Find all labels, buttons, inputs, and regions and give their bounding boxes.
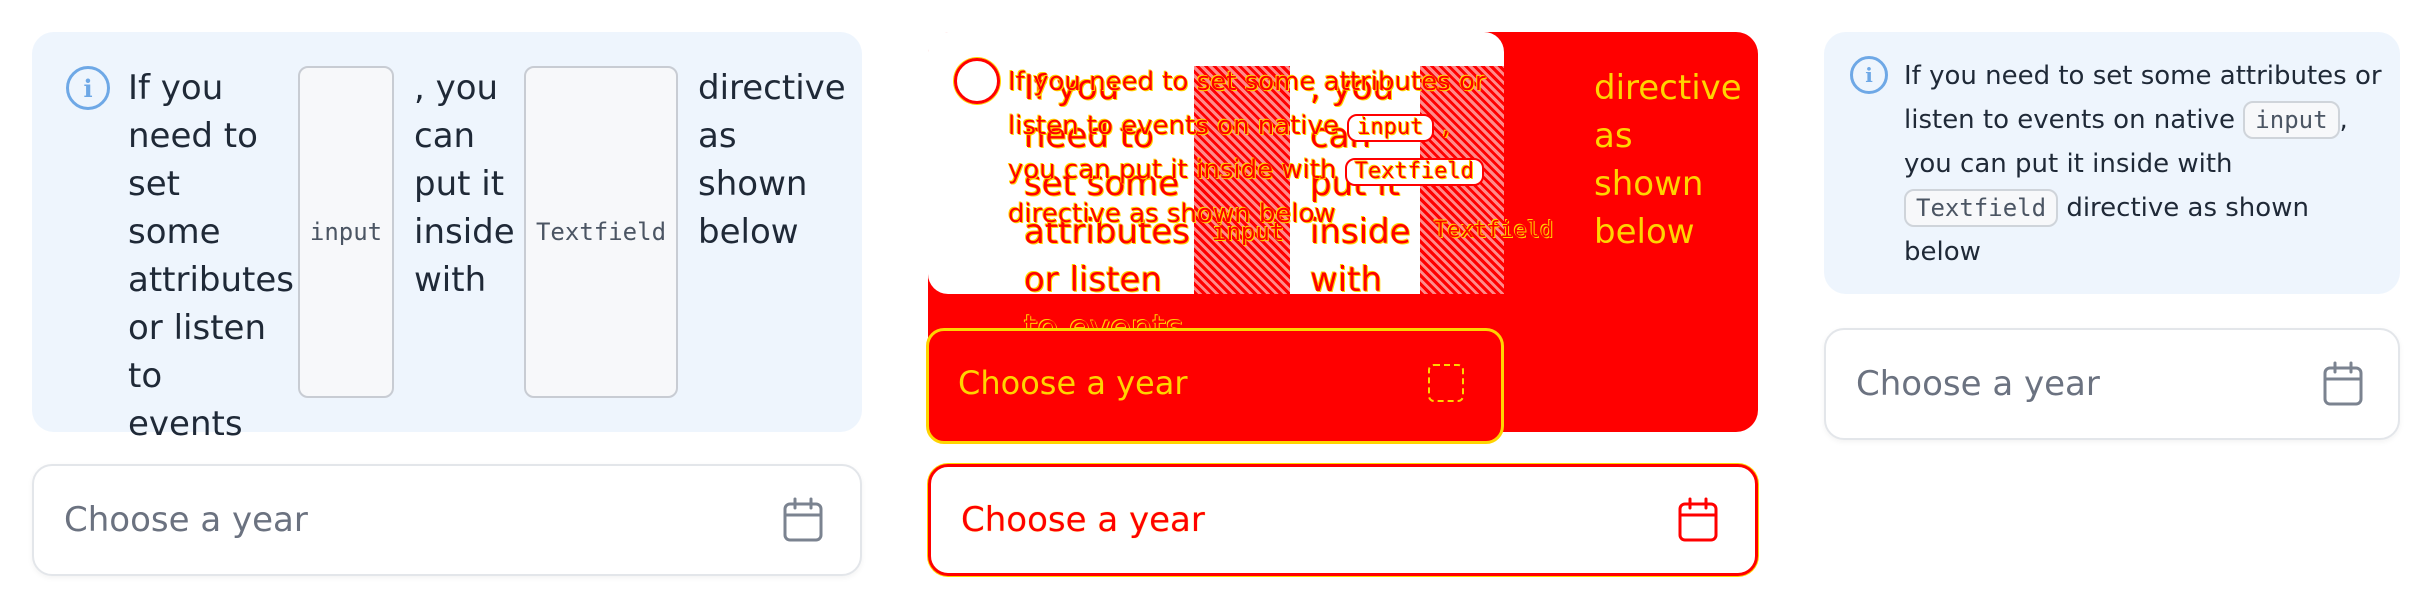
code-label: input: [2255, 106, 2328, 134]
overlay-year-picker-placeholder: Choose a year: [961, 500, 1205, 540]
info-icon: i: [1850, 56, 1888, 94]
notice-part: you can put it inside with: [1904, 149, 2233, 179]
code-input-label: input: [309, 218, 383, 246]
notice-word: attributes: [128, 260, 295, 300]
overlay-text-col3: directive as shown below: [1594, 64, 1742, 256]
overlay-field-shifted-placeholder: Choose a year: [958, 364, 1188, 402]
overlay-word: or listen: [1024, 260, 1162, 300]
notice-word: below: [698, 212, 799, 252]
notice-word: put it: [414, 164, 505, 204]
notice-text-col3: directive as shown below: [698, 64, 848, 256]
overlay-compact-code-input: input: [1347, 114, 1434, 142]
code-input-inline: input: [2243, 101, 2340, 139]
notice-word: shown: [698, 164, 808, 204]
code-label: Textfield: [1354, 159, 1475, 184]
overlay-compact-part: ,: [1441, 111, 1451, 141]
notice-word: with: [414, 260, 487, 300]
notice-word: inside: [414, 212, 515, 252]
code-textfield-label: Textfield: [535, 218, 667, 246]
notice-word: directive: [698, 68, 846, 108]
notice-word: to events: [128, 356, 243, 444]
calendar-icon[interactable]: [1677, 497, 1719, 543]
code-textfield: Textfield: [524, 66, 678, 398]
year-picker-placeholder: Choose a year: [64, 500, 308, 540]
notice-word: need to: [128, 116, 258, 156]
notice-word: can: [414, 116, 476, 156]
overlay-word: with: [1310, 260, 1383, 300]
overlay-compact-text: If you need to set some attributes or li…: [1008, 60, 1488, 236]
notice-word: , you: [414, 68, 499, 108]
notice-word: If you: [128, 68, 224, 108]
notice-part: ,: [2339, 105, 2348, 135]
overlay-field-shifted-icon: [1428, 364, 1464, 402]
overlay-word: below: [1594, 212, 1695, 252]
overlay-word: directive: [1594, 68, 1742, 108]
notice-text-col2: , you can put it inside with: [414, 64, 515, 304]
info-notice: i If you need to set some attributes or …: [32, 32, 862, 540]
info-notice-compact: i If you need to set some attributes or …: [1824, 32, 2400, 294]
overlay-compact-part: directive as shown below: [1008, 199, 1336, 229]
year-picker-input-compact[interactable]: Choose a year: [1824, 328, 2400, 440]
info-icon: i: [66, 66, 110, 110]
overlay-year-picker[interactable]: Choose a year: [928, 464, 1758, 576]
overlay-compact-code-textfield: Textfield: [1344, 158, 1485, 186]
notice-word: as: [698, 116, 737, 156]
code-label: Textfield: [1916, 194, 2047, 222]
overlay-compact-part: you can put it inside with: [1008, 155, 1337, 185]
overlay-word: as: [1594, 116, 1633, 156]
notice-compact-text: If you need to set some attributes or li…: [1904, 54, 2384, 274]
overlay-info-icon: [954, 58, 1000, 104]
notice-word: or listen: [128, 308, 266, 348]
overlay-panel: If you need to set some attributes or li…: [896, 0, 1762, 608]
year-picker-input[interactable]: Choose a year: [32, 464, 862, 576]
code-label: input: [1357, 115, 1424, 140]
year-picker-placeholder: Choose a year: [1856, 364, 2100, 404]
calendar-icon[interactable]: [2322, 361, 2364, 407]
code-input: input: [298, 66, 394, 398]
overlay-word: shown: [1594, 164, 1704, 204]
calendar-icon[interactable]: [782, 497, 824, 543]
notice-word: set some: [128, 164, 221, 252]
code-textfield-inline: Textfield: [1904, 189, 2059, 227]
